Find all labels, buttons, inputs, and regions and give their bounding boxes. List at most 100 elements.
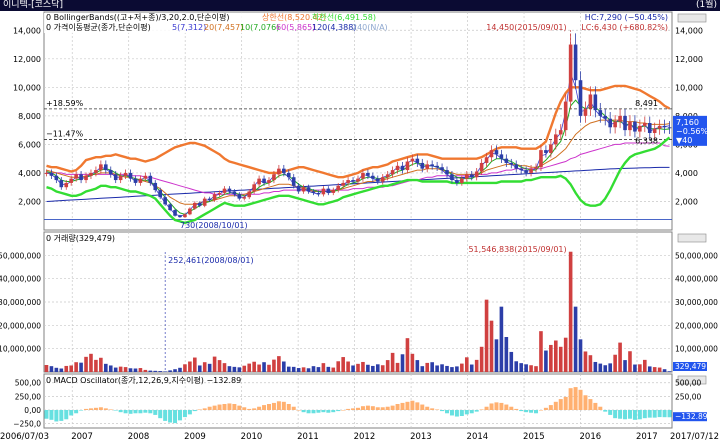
nav-reset-icon[interactable] [677, 13, 707, 23]
ma-legend[interactable]: 0 가격이동평균(종가,단순이평) [46, 22, 151, 32]
candle-body [44, 172, 49, 174]
candle-body [306, 187, 311, 192]
candle-body [544, 150, 548, 153]
volume-bar [667, 371, 672, 372]
macd-bar [479, 409, 484, 410]
volume-bar [286, 366, 291, 372]
macd-bar [118, 410, 123, 413]
lower-band-legend: 하한선(6,491.58) [312, 12, 376, 22]
macd-bar [454, 410, 459, 417]
volume-bar [618, 342, 622, 372]
volume-bar [578, 339, 583, 372]
macd-bar [657, 410, 662, 418]
stock-chart-svg[interactable]: 2007 2008 2009 2010 2011 2012 2013 2014 2015 2016… [0, 0, 720, 443]
candle-body [573, 44, 578, 81]
macd-bar [351, 408, 356, 410]
volume-bar [54, 367, 59, 372]
volume-bar [529, 365, 533, 372]
macd-bar [64, 410, 69, 420]
macd-bar [242, 407, 247, 410]
volume-y-tick-right: 20,000,000 [675, 321, 718, 330]
lower-ref-label: −11.47% [46, 130, 84, 139]
ma20-legend: 20(7,457) [204, 23, 243, 32]
volume-bar [484, 299, 489, 372]
volume-bar [435, 365, 439, 372]
candle-body [341, 182, 345, 186]
macd-bar [356, 407, 360, 410]
macd-bar [262, 405, 267, 410]
candle-body [197, 202, 202, 206]
candle-body [267, 180, 271, 183]
volume-bar [143, 369, 148, 372]
volume-bar [549, 344, 553, 372]
volume-bar [138, 368, 143, 372]
high-annotation: 14,450(2015/09/01) [486, 23, 566, 32]
volume-bar [603, 365, 608, 372]
macd-bar [558, 399, 563, 410]
macd-bar [395, 404, 400, 410]
nav-reset-icon[interactable] [677, 233, 707, 243]
macd-bar [385, 406, 390, 410]
candle-body [385, 174, 390, 178]
macd-legend[interactable]: 0 MACD Oscillator(종가,12,26,9,지수이평) −132.… [46, 375, 241, 385]
macd-bar [301, 410, 306, 413]
candle-body [484, 157, 489, 163]
x-tick-label: 2017 [636, 432, 658, 442]
candle-body [375, 178, 380, 182]
volume-bar [173, 369, 177, 372]
candle-body [163, 197, 167, 205]
macd-bar [138, 410, 143, 414]
macd-bar [494, 402, 499, 410]
volume-bar [638, 364, 642, 372]
volume-bar [425, 362, 430, 372]
macd-bar [642, 410, 647, 419]
macd-bar [128, 410, 133, 414]
upper-ref-label: +18.59% [46, 99, 84, 108]
volume-bar [69, 365, 73, 372]
candle-body [331, 190, 336, 193]
volume-bar [371, 365, 375, 372]
x-tick-label: 2013 [410, 432, 432, 442]
price-y-tick: 14,000 [13, 26, 41, 35]
macd-bar [553, 401, 558, 410]
volume-y-tick-right: 30,000,000 [675, 298, 718, 307]
volume-bar [197, 365, 202, 372]
volume-bar [99, 357, 103, 372]
volume-bar [563, 337, 568, 372]
macd-bar [623, 410, 628, 420]
volume-bar [104, 363, 108, 372]
candle-body [524, 170, 528, 173]
macd-bar [484, 406, 489, 410]
bollinger-legend[interactable]: 0 BollingerBands((고+저+종)/3,20,2.0,단순이평) [46, 12, 229, 22]
candle-body [316, 192, 321, 195]
volume-bar [291, 366, 296, 372]
candle-body [336, 185, 341, 191]
candle-body [321, 188, 326, 195]
volume-legend[interactable]: 0 거래량(329,479) [46, 233, 115, 243]
macd-bar [59, 410, 64, 421]
macd-bar [449, 410, 454, 416]
volume-bar [662, 369, 667, 372]
volume-bar [49, 366, 54, 372]
candle-body [568, 44, 573, 102]
candle-body [410, 158, 415, 162]
candle-body [286, 172, 291, 178]
candle-body [539, 150, 543, 168]
candle-body [94, 170, 98, 173]
macd-bar [98, 407, 103, 410]
volume-bar [212, 356, 217, 372]
candle-body [54, 175, 59, 181]
macd-bar [197, 409, 202, 410]
volume-bar [568, 251, 573, 372]
macd-bar [603, 410, 608, 412]
candle-body [247, 191, 252, 198]
volume-bar [450, 367, 454, 372]
candle-body [227, 188, 232, 192]
candle-body [79, 174, 83, 181]
macd-bar [321, 410, 326, 413]
macd-bar [326, 410, 331, 413]
candle-body [400, 165, 405, 171]
candle-body [380, 177, 385, 182]
candle-body [188, 208, 192, 215]
macd-bar [276, 401, 281, 410]
